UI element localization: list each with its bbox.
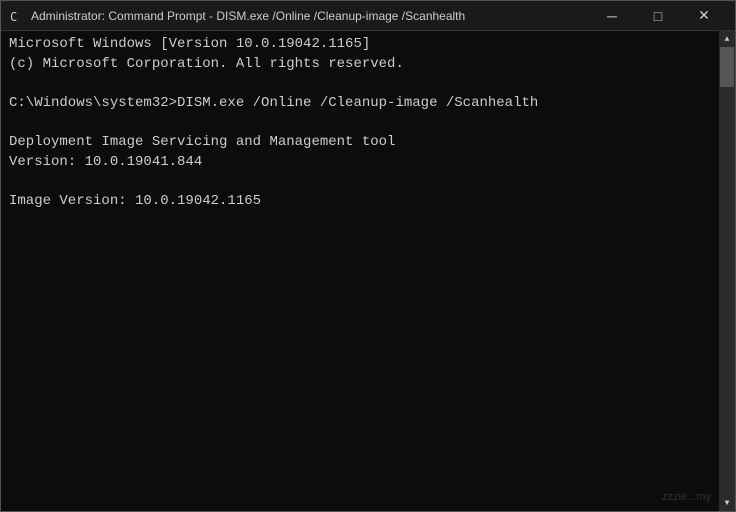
scroll-down-button[interactable]: ▼ [719, 495, 735, 511]
scrollbar[interactable]: ▲ ▼ [719, 31, 735, 511]
watermark: zzzie...my [662, 491, 711, 503]
window-title: Administrator: Command Prompt - DISM.exe… [31, 9, 581, 23]
console-text: Microsoft Windows [Version 10.0.19042.11… [9, 35, 727, 231]
scrollbar-track[interactable] [719, 47, 735, 495]
window-controls: ─ □ ✕ [589, 1, 727, 31]
title-bar: C Administrator: Command Prompt - DISM.e… [1, 1, 735, 31]
minimize-button[interactable]: ─ [589, 1, 635, 31]
console-output-area[interactable]: Microsoft Windows [Version 10.0.19042.11… [1, 31, 735, 511]
cmd-icon: C [9, 8, 25, 24]
scroll-up-button[interactable]: ▲ [719, 31, 735, 47]
maximize-button[interactable]: □ [635, 1, 681, 31]
command-prompt-window: C Administrator: Command Prompt - DISM.e… [0, 0, 736, 512]
svg-text:C: C [10, 10, 17, 24]
close-button[interactable]: ✕ [681, 1, 727, 31]
scrollbar-thumb[interactable] [720, 47, 734, 87]
